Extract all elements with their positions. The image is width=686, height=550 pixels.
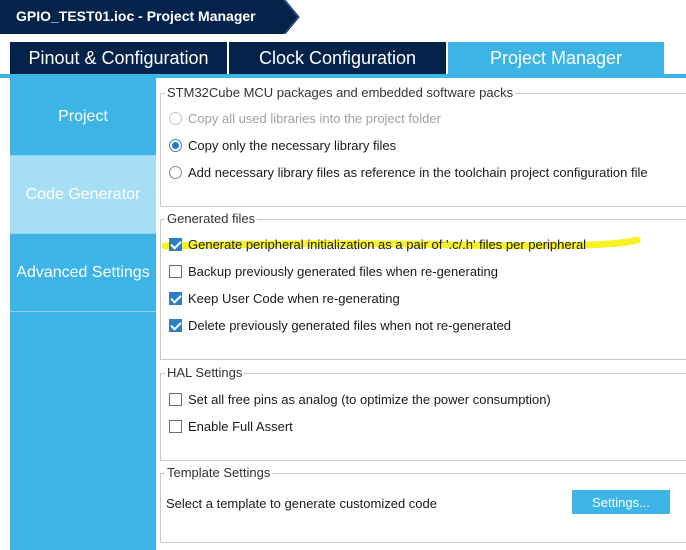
radio-button[interactable] [169,139,182,152]
delete-previous-files-checkbox[interactable]: Delete previously generated files when n… [169,318,511,333]
tab-label: Pinout & Configuration [28,47,209,68]
checkbox-label: Set all free pins as analog (to optimize… [188,392,551,407]
checkbox[interactable] [169,319,182,332]
checkbox-label: Keep User Code when re-generating [188,291,400,306]
checkbox[interactable] [169,393,182,406]
checkbox-label: Generate peripheral initialization as a … [188,237,587,252]
sidebar-item-code-generator[interactable]: Code Generator [10,156,156,234]
sidebar-item-advanced-settings[interactable]: Advanced Settings [10,234,156,312]
sidebar: Project Code Generator Advanced Settings [10,78,156,550]
packages-group-title: STM32Cube MCU packages and embedded soft… [165,85,516,100]
radio-button[interactable] [169,166,182,179]
tab-pinout-configuration[interactable]: Pinout & Configuration [10,42,227,74]
checkbox[interactable] [169,265,182,278]
checkbox-label: Backup previously generated files when r… [188,264,499,279]
add-as-reference-radio[interactable]: Add necessary library files as reference… [169,165,648,180]
packages-group: STM32Cube MCU packages and embedded soft… [160,85,686,207]
sidebar-item-label: Code Generator [25,185,141,203]
sidebar-item-label: Advanced Settings [16,263,150,281]
generated-files-group: Generated files Generate peripheral init… [160,211,686,360]
hal-settings-group: HAL Settings Set all free pins as analog… [160,365,686,461]
radio-label: Copy all used libraries into the project… [188,111,441,126]
radio-label: Copy only the necessary library files [188,138,397,153]
sidebar-item-label: Project [58,107,108,125]
sidebar-item-project[interactable]: Project [10,78,156,156]
breadcrumb-title: GPIO_TEST01.ioc - Project Manager [16,8,256,24]
title-bar: GPIO_TEST01.ioc - Project Manager [0,0,686,34]
code-generator-panel: STM32Cube MCU packages and embedded soft… [156,78,686,550]
hal-settings-group-title: HAL Settings [165,365,245,380]
copy-necessary-files-radio[interactable]: Copy only the necessary library files [169,138,396,153]
keep-user-code-checkbox[interactable]: Keep User Code when re-generating [169,291,400,306]
free-pins-analog-checkbox[interactable]: Set all free pins as analog (to optimize… [169,392,551,407]
checkbox[interactable] [169,292,182,305]
generate-pair-files-checkbox[interactable]: Generate peripheral initialization as a … [169,237,586,252]
radio-label: Add necessary library files as reference… [188,165,648,180]
copy-all-libraries-radio[interactable]: Copy all used libraries into the project… [169,111,441,126]
radio-button[interactable] [169,112,182,125]
checkbox[interactable] [169,238,182,251]
template-settings-button[interactable]: Settings... [572,490,670,514]
tab-clock-configuration[interactable]: Clock Configuration [229,42,446,74]
backup-files-checkbox[interactable]: Backup previously generated files when r… [169,264,498,279]
checkbox-label: Enable Full Assert [188,419,293,434]
checkbox-label: Delete previously generated files when n… [188,318,512,333]
template-settings-group-title: Template Settings [165,465,273,480]
tab-project-manager[interactable]: Project Manager [448,42,664,74]
template-description: Select a template to generate customized… [166,496,437,511]
checkbox[interactable] [169,420,182,433]
enable-full-assert-checkbox[interactable]: Enable Full Assert [169,419,293,434]
tab-label: Project Manager [489,47,623,68]
main-tabs: Pinout & Configuration Clock Configurati… [0,42,686,74]
generated-files-group-title: Generated files [165,211,258,226]
tab-label: Clock Configuration [258,47,417,68]
breadcrumb[interactable]: GPIO_TEST01.ioc - Project Manager [0,0,300,34]
